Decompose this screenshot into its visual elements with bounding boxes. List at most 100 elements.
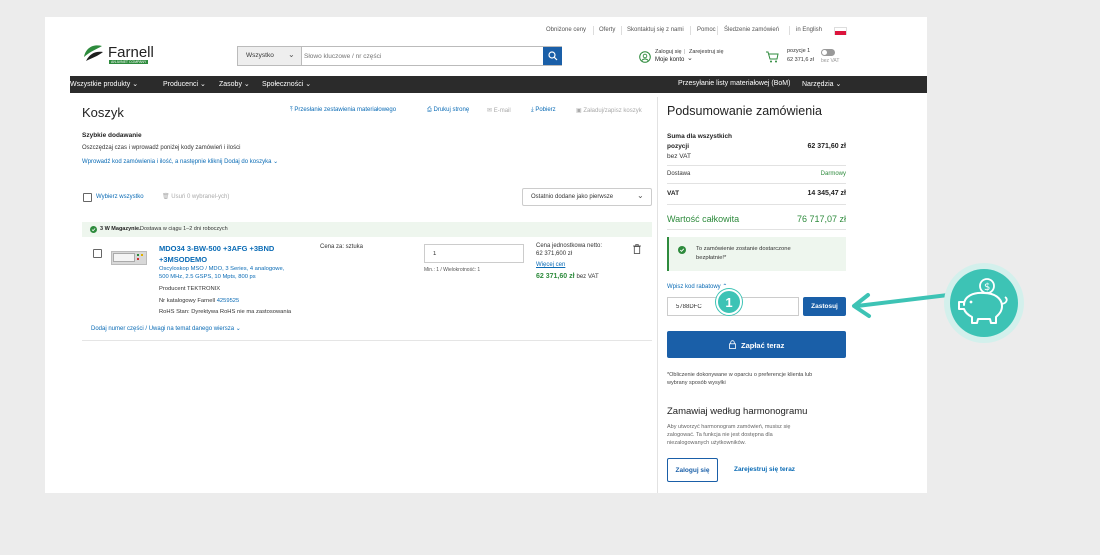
- chevron-down-icon: ⌄: [235, 326, 241, 332]
- email-action[interactable]: ✉ E-mail: [487, 107, 511, 114]
- register-link[interactable]: Zarejestruj się: [689, 49, 724, 55]
- step-badge: 1: [716, 289, 742, 315]
- summary-title: Podsumowanie zamówienia: [667, 104, 822, 118]
- note-line-2: wybrany sposób wysyłki: [667, 380, 726, 386]
- delete-item-icon[interactable]: [633, 244, 641, 254]
- delivery-estimate: Dostawa w ciągu 1–2 dni roboczych: [140, 226, 228, 232]
- page-title: Koszyk: [82, 105, 124, 120]
- product-title-line-1[interactable]: MDO34 3-BW-500 +3AFG +3BND: [159, 244, 274, 253]
- logo-tagline: AN AVNET COMPANY: [109, 60, 149, 64]
- main-nav: Wszystkie produkty ⌄ Producenci ⌄ Zasoby…: [70, 76, 927, 93]
- callout-arrow-icon: [852, 293, 950, 318]
- save-cart-action[interactable]: ▣ Załaduj/zapisz koszyk: [576, 107, 642, 114]
- my-account-link[interactable]: Moje konto: [655, 57, 684, 63]
- schedule-text-3: niezalogowanych użytkowników.: [667, 440, 746, 446]
- schedule-title: Zamawiaj według harmonogramu: [667, 406, 808, 417]
- product-description-2: 500 MHz, 2.5 GSPS, 10 Mpts, 800 ps: [159, 274, 256, 280]
- search-button[interactable]: [543, 47, 562, 65]
- more-prices-link[interactable]: Więcej cen: [536, 262, 565, 268]
- user-icon: [639, 51, 651, 63]
- upload-icon: ⤒: [290, 107, 293, 113]
- farnell-logo[interactable]: Farnell AN AVNET COMPANY: [82, 43, 162, 67]
- catalog-label: Nr katalogowy Farnell 4259525: [159, 298, 240, 304]
- vat-toggle[interactable]: [821, 49, 835, 56]
- min-multiple-info: Min.: 1 / Wielokrotność: 1: [424, 267, 481, 273]
- utility-link-help[interactable]: Pomoc: [697, 27, 716, 33]
- utility-link-contact[interactable]: Skontaktuj się z nami: [627, 27, 684, 33]
- login-button[interactable]: Zaloguj się: [667, 458, 718, 482]
- register-now-link[interactable]: Zarejestruj się teraz: [734, 466, 795, 473]
- save-icon: ▣: [576, 108, 582, 114]
- vat-toggle-label: bez VAT: [821, 58, 840, 64]
- cart-items-count: pozycje 1: [787, 48, 811, 54]
- vat-value: 14 345,47 zł: [807, 190, 846, 197]
- pay-now-button[interactable]: Zapłać teraz: [667, 331, 846, 358]
- sort-select-value: Ostatnio dodane jako pierwsze: [531, 194, 614, 200]
- free-delivery-text-1: To zamówienie zostanie dostarczone: [696, 246, 791, 252]
- download-icon: ⤓: [531, 107, 534, 113]
- login-link[interactable]: Zaloguj się: [655, 49, 682, 55]
- quantity-input[interactable]: [424, 244, 524, 263]
- print-icon: ⎙: [427, 107, 432, 113]
- product-title-line-2[interactable]: +3MSODEMO: [159, 255, 207, 264]
- select-all-link[interactable]: Wybierz wszystko: [96, 194, 144, 200]
- subtotal-value: 62 371,60 zł: [807, 143, 846, 150]
- cart-icon: [766, 51, 779, 63]
- summary-divider-vertical: [657, 97, 658, 493]
- subtotal-label-2: pozycji: [667, 143, 690, 150]
- nav-tools[interactable]: Narzędzia ⌄: [802, 80, 841, 88]
- total-value: 76 717,07 zł: [796, 214, 846, 224]
- free-delivery-text-2: bezpłatnie!*: [696, 255, 727, 261]
- nav-all-products[interactable]: Wszystkie produkty ⌄: [70, 80, 138, 88]
- print-action[interactable]: ⎙ Drukuj stronę: [427, 107, 469, 114]
- sort-select[interactable]: Ostatnio dodane jako pierwsze ⌄: [522, 188, 652, 206]
- apply-coupon-button[interactable]: Zastosuj: [803, 297, 846, 316]
- quick-add-link[interactable]: Wprowadź kod zamówienia i ilość, a nastę…: [82, 158, 278, 165]
- search-category-select[interactable]: Wszystko ⌄: [238, 47, 302, 65]
- chevron-down-icon: ⌄: [273, 159, 279, 165]
- line-total: 62 371,60 zł bez VAT: [536, 273, 599, 280]
- producer-value: TEKTRONIX: [186, 286, 221, 292]
- nav-communities[interactable]: Społeczności ⌄: [262, 80, 311, 88]
- cart-total: 62 371,6 zł: [787, 57, 814, 63]
- free-delivery-notice: To zamówienie zostanie dostarczone bezpł…: [667, 237, 846, 271]
- utility-link-english[interactable]: in English: [796, 27, 822, 33]
- schedule-text-1: Aby utworzyć harmonogram zamówień, musis…: [667, 424, 791, 430]
- trash-icon: 🗑: [162, 194, 170, 200]
- utility-link-discounts[interactable]: Obniżone ceny: [546, 27, 586, 33]
- product-image[interactable]: [111, 247, 149, 269]
- product-description-1: Oscyloskop MSO / MDO, 3 Series, 4 analog…: [159, 266, 285, 272]
- catalog-number-link[interactable]: 4259525: [217, 298, 240, 304]
- vat-label: VAT: [667, 190, 680, 197]
- account-area[interactable]: Zaloguj się | Zarejestruj się Moje konto…: [639, 49, 739, 67]
- select-all-checkbox[interactable]: [83, 193, 92, 202]
- nav-manufacturers[interactable]: Producenci ⌄: [163, 80, 206, 88]
- nav-bom-upload[interactable]: Przesyłanie listy materiałowej (BoM): [678, 80, 790, 87]
- piggy-bank-icon: $: [958, 278, 1008, 324]
- coupon-label[interactable]: Wpisz kod rabatowy ⌃: [667, 283, 727, 290]
- step-number: 1: [725, 295, 733, 310]
- utility-link-offers[interactable]: Oferty: [599, 27, 615, 33]
- leaf-logo-icon: [84, 45, 103, 61]
- unit-price-value: 62 371,600 zł: [536, 251, 573, 257]
- add-part-note-link[interactable]: Dodaj numer części / Uwagi na temat dane…: [91, 325, 241, 332]
- bom-upload-action[interactable]: ⤒ Przesłanie zestawienia materiałowego: [290, 107, 396, 114]
- pay-now-label: Zapłać teraz: [741, 341, 785, 350]
- chevron-down-icon: ⌄: [687, 55, 693, 62]
- utility-link-tracking[interactable]: Śledzenie zamówień: [724, 27, 779, 33]
- polish-flag-icon[interactable]: [834, 27, 847, 35]
- download-action[interactable]: ⤓ Pobierz: [531, 107, 556, 114]
- item-checkbox[interactable]: [93, 249, 102, 258]
- lock-icon: [729, 340, 736, 349]
- subtotal-label-1: Suma dla wszystkich: [667, 133, 733, 140]
- quick-add-description: Oszczędzaj czas i wprowadź poniżej kody …: [82, 145, 241, 151]
- producer-label: Producent TEKTRONIX: [159, 286, 221, 292]
- nav-resources[interactable]: Zasoby ⌄: [219, 80, 250, 88]
- rohs-label: RoHS Stan: Dyrektywa RoHS nie ma zastoso…: [159, 309, 292, 315]
- stock-banner: 3 W Magazynie. Dostawa w ciągu 1–2 dni r…: [82, 222, 652, 237]
- chevron-down-icon: ⌄: [637, 191, 644, 200]
- total-label: Wartość całkowita: [667, 214, 740, 224]
- rohs-value: Dyrektywa RoHS nie ma zastosowania: [191, 309, 292, 315]
- remove-selected-action[interactable]: 🗑 Usuń 0 wybranel-ych): [162, 193, 229, 200]
- search-input[interactable]: [304, 49, 534, 63]
